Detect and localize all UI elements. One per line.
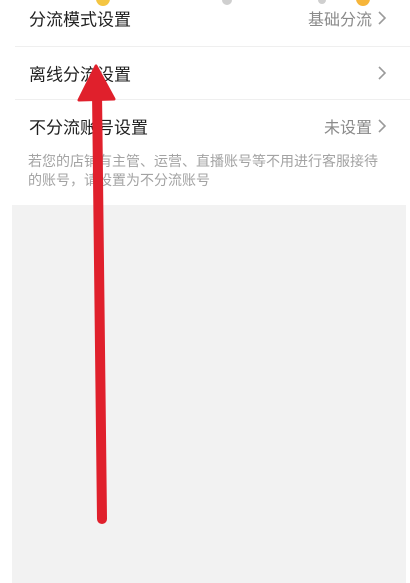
shunt-mode-value: 基础分流 — [307, 10, 372, 29]
no-shunt-account-value: 未设置 — [323, 118, 372, 137]
offline-shunt-setting-row[interactable]: 离线分流设置 — [0, 47, 410, 99]
no-shunt-account-hint: 若您的店铺有主管、运营、直播账号等不用进行客服接待的账号，请设置为不分流账号 — [28, 154, 378, 189]
chevron-right-icon — [378, 11, 387, 25]
empty-content-area — [12, 205, 406, 583]
offline-shunt-setting-label: 离线分流设置 — [29, 65, 131, 86]
chevron-right-icon — [378, 66, 387, 80]
shunt-mode-setting-row[interactable]: 分流模式设置 基础分流 — [0, 0, 410, 48]
no-shunt-account-setting-row[interactable]: 不分流账号设置 未设置 — [0, 100, 410, 152]
shunt-mode-setting-label: 分流模式设置 — [29, 10, 131, 31]
chevron-right-icon — [378, 119, 387, 133]
no-shunt-account-setting-label: 不分流账号设置 — [29, 118, 148, 139]
